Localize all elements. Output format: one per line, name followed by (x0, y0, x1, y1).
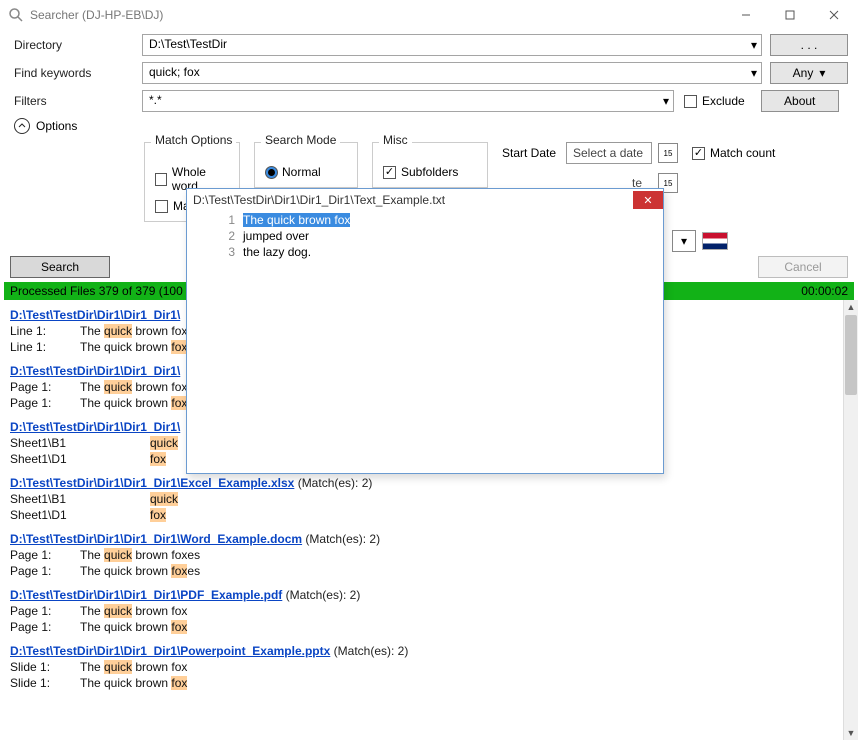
exclude-checkbox[interactable] (684, 95, 697, 108)
search-mode-legend: Search Mode (261, 133, 340, 147)
match-count-label: Match count (710, 146, 775, 160)
keywords-label: Find keywords (14, 66, 142, 80)
chevron-down-icon[interactable]: ▾ (663, 94, 669, 108)
uk-flag-icon (702, 232, 728, 250)
result-file-link[interactable]: D:\Test\TestDir\Dir1\Dir1_Dir1\Powerpoin… (10, 644, 330, 658)
filters-label: Filters (14, 94, 142, 108)
result-line: Page 1:The quick brown fox (10, 620, 854, 634)
chevron-down-icon[interactable]: ▾ (751, 66, 757, 80)
search-button[interactable]: Search (10, 256, 110, 278)
search-mode-group: Search Mode Normal (254, 142, 358, 188)
subfolders-label: Subfolders (401, 165, 458, 179)
about-button[interactable]: About (761, 90, 839, 112)
result-file-link[interactable]: D:\Test\TestDir\Dir1\Dir1_Dir1\ (10, 308, 180, 322)
match-options-legend: Match Options (151, 133, 236, 147)
result-file-link[interactable]: D:\Test\TestDir\Dir1\Dir1_Dir1\Word_Exam… (10, 532, 302, 546)
start-date-label: Start Date (502, 146, 560, 160)
minimize-button[interactable] (724, 1, 768, 29)
start-date-input[interactable]: Select a date (566, 142, 652, 164)
app-icon (8, 7, 24, 23)
whole-word-checkbox[interactable] (155, 173, 167, 186)
subfolders-checkbox[interactable] (383, 166, 396, 179)
result-file-link[interactable]: D:\Test\TestDir\Dir1\Dir1_Dir1\ (10, 420, 180, 434)
result-file-link[interactable]: D:\Test\TestDir\Dir1\Dir1_Dir1\Excel_Exa… (10, 476, 294, 490)
result-line: Sheet1\B1quick (10, 492, 854, 506)
match-count-checkbox[interactable] (692, 147, 705, 160)
match-count-text: (Match(es): 2) (330, 644, 408, 658)
scrollbar[interactable]: ▲ ▼ (843, 300, 858, 740)
popup-close-button[interactable]: ✕ (633, 191, 663, 209)
result-file-link[interactable]: D:\Test\TestDir\Dir1\Dir1_Dir1\ (10, 364, 180, 378)
keywords-input[interactable]: quick; fox▾ (142, 62, 762, 84)
result-line: Slide 1:The quick brown fox (10, 660, 854, 674)
cancel-button[interactable]: Cancel (758, 256, 848, 278)
match-count-text: (Match(es): 2) (294, 476, 372, 490)
result-line: Page 1:The quick brown fox (10, 604, 854, 618)
preview-popup: D:\Test\TestDir\Dir1\Dir1_Dir1\Text_Exam… (186, 188, 664, 474)
line-gutter: 123 (187, 211, 241, 473)
match-count-text: (Match(es): 2) (302, 532, 380, 546)
scroll-up-icon[interactable]: ▲ (844, 300, 858, 314)
scroll-down-icon[interactable]: ▼ (844, 726, 858, 740)
match-case-checkbox[interactable] (155, 200, 168, 213)
filters-input[interactable]: *.*▾ (142, 90, 674, 112)
misc-group: Misc Subfolders (372, 142, 488, 188)
language-select[interactable]: ▾ (672, 230, 696, 252)
any-button[interactable]: Any▾ (770, 62, 848, 84)
popup-path: D:\Test\TestDir\Dir1\Dir1_Dir1\Text_Exam… (193, 193, 445, 207)
collapse-icon[interactable] (14, 118, 30, 134)
misc-legend: Misc (379, 133, 412, 147)
result-line: Sheet1\D1fox (10, 508, 854, 522)
match-count-text: (Match(es): 2) (282, 588, 360, 602)
date-area: Start Date Select a date 15 te 15 (502, 142, 678, 194)
maximize-button[interactable] (768, 1, 812, 29)
normal-radio[interactable] (265, 166, 278, 179)
result-line: Page 1:The quick brown foxes (10, 548, 854, 562)
browse-button[interactable]: . . . (770, 34, 848, 56)
directory-label: Directory (14, 38, 142, 52)
preview-text[interactable]: The quick brown foxjumped overthe lazy d… (241, 211, 663, 473)
status-text: Processed Files 379 of 379 (100 % (10, 284, 197, 298)
exclude-label: Exclude (702, 94, 745, 108)
status-time: 00:00:02 (801, 284, 848, 298)
result-line: Page 1:The quick brown foxes (10, 564, 854, 578)
scroll-thumb[interactable] (845, 315, 857, 395)
close-button[interactable] (812, 1, 856, 29)
options-label: Options (36, 119, 77, 133)
titlebar: Searcher (DJ-HP-EB\DJ) (0, 0, 858, 30)
window-title: Searcher (DJ-HP-EB\DJ) (30, 8, 163, 22)
result-line: Slide 1:The quick brown fox (10, 676, 854, 690)
result-file-link[interactable]: D:\Test\TestDir\Dir1\Dir1_Dir1\PDF_Examp… (10, 588, 282, 602)
normal-label: Normal (282, 165, 321, 179)
directory-input[interactable]: D:\Test\TestDir▾ (142, 34, 762, 56)
calendar-icon[interactable]: 15 (658, 143, 678, 163)
chevron-down-icon[interactable]: ▾ (751, 38, 757, 52)
